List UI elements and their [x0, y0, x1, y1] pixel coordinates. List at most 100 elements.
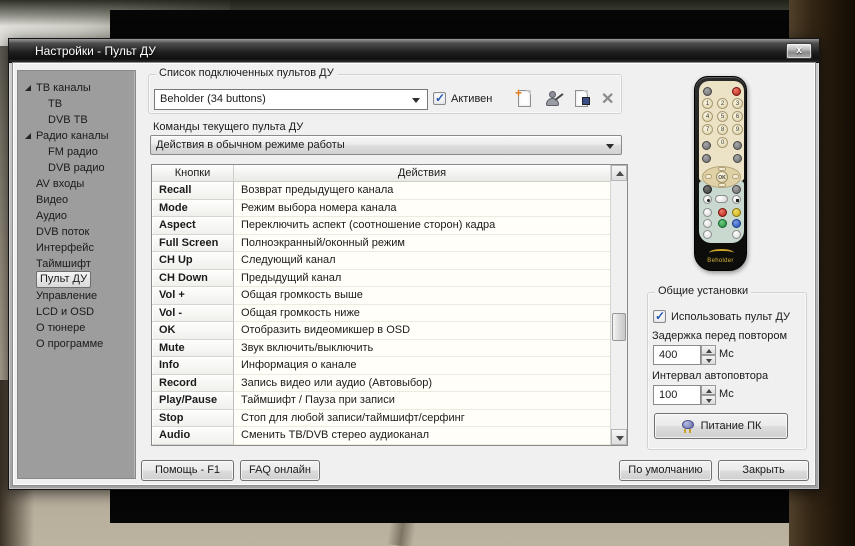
table-row[interactable]: CH DownПредыдущий канал	[152, 270, 610, 288]
remote-key-cell[interactable]: Info	[152, 357, 234, 375]
table-row[interactable]: Play/PauseТаймшифт / Пауза при записи	[152, 392, 610, 410]
remote-key-cell[interactable]: Recall	[152, 182, 234, 200]
action-cell[interactable]: Полноэкранный/оконный режим	[234, 235, 610, 253]
sidebar-item-timeshift[interactable]: Таймшифт	[18, 256, 135, 272]
scroll-down-button[interactable]	[611, 429, 627, 445]
delete-remote-button[interactable]: ✕	[598, 88, 620, 110]
remote-select-combobox[interactable]: Beholder (34 buttons)	[154, 89, 428, 110]
remote-key-cell[interactable]: CH Down	[152, 270, 234, 288]
action-cell[interactable]: Стоп для любой записи/таймшифт/серфинг	[234, 410, 610, 428]
table-row[interactable]: Vol -Общая громкость ниже	[152, 305, 610, 323]
sidebar-item-fm-radio[interactable]: FM радио	[18, 144, 135, 160]
remote-key-cell[interactable]: Aspect	[152, 217, 234, 235]
sidebar-item-interface[interactable]: Интерфейс	[18, 240, 135, 256]
remote-key-cell[interactable]: Play/Pause	[152, 392, 234, 410]
pc-power-button[interactable]: Питание ПК	[654, 413, 788, 439]
action-cell[interactable]: Отобразить видеомикшер в OSD	[234, 322, 610, 340]
table-row[interactable]: RecordЗапись видео или аудио (Автовыбор)	[152, 375, 610, 393]
sidebar-item-video[interactable]: Видео	[18, 192, 135, 208]
active-checkbox[interactable]	[433, 92, 446, 105]
sidebar-item-dvb-stream[interactable]: DVB поток	[18, 224, 135, 240]
command-mode-combobox[interactable]: Действия в обычном режиме работы	[150, 135, 622, 155]
action-cell[interactable]: Информация о канале	[234, 357, 610, 375]
sidebar-item-dvb-radio[interactable]: DVB радио	[18, 160, 135, 176]
expander-icon[interactable]	[25, 85, 31, 91]
save-remote-button[interactable]	[571, 88, 593, 110]
remote-key-cell[interactable]: Mode	[152, 200, 234, 218]
table-row[interactable]: Full ScreenПолноэкранный/оконный режим	[152, 235, 610, 253]
spin-up-button[interactable]	[701, 385, 716, 395]
action-cell[interactable]: Следующий канал	[234, 252, 610, 270]
delay-unit-label: Мс	[719, 348, 734, 360]
scrollbar-thumb[interactable]	[612, 313, 626, 341]
remote-yellow-key	[732, 208, 741, 217]
remote-key-cell[interactable]: Vol -	[152, 305, 234, 323]
header-buttons[interactable]: Кнопки	[152, 165, 234, 181]
action-cell[interactable]: Звук включить/выключить	[234, 340, 610, 358]
defaults-button[interactable]: По умолчанию	[619, 460, 712, 481]
action-cell[interactable]: Режим выбора номера канала	[234, 200, 610, 218]
table-row[interactable]: Vol +Общая громкость выше	[152, 287, 610, 305]
sidebar-item-label: DVB ТВ	[48, 112, 88, 128]
table-row[interactable]: InfoИнформация о канале	[152, 357, 610, 375]
table-row[interactable]: StopСтоп для любой записи/таймшифт/серфи…	[152, 410, 610, 428]
action-cell[interactable]: Переключить аспект (соотношение сторон) …	[234, 217, 610, 235]
remote-key-cell[interactable]: Record	[152, 375, 234, 393]
sidebar-item-about-program[interactable]: О программе	[18, 336, 135, 352]
document-fold	[583, 90, 588, 95]
scroll-up-button[interactable]	[611, 165, 627, 181]
spin-down-button[interactable]	[701, 355, 716, 365]
table-row[interactable]: CH UpСледующий канал	[152, 252, 610, 270]
remote-key-cell[interactable]: Full Screen	[152, 235, 234, 253]
action-cell[interactable]: Предыдущий канал	[234, 270, 610, 288]
help-button[interactable]: Помощь - F1	[141, 460, 234, 481]
sidebar-item-audio[interactable]: Аудио	[18, 208, 135, 224]
action-cell[interactable]: Сменить ТВ/DVB стерео аудиоканал	[234, 427, 610, 445]
learn-remote-button[interactable]	[543, 88, 565, 110]
repeat-delay-input[interactable]: 400	[653, 345, 701, 365]
table-row[interactable]: AspectПереключить аспект (соотношение ст…	[152, 217, 610, 235]
sidebar-item-remote-control[interactable]: Пульт ДУ	[18, 272, 135, 288]
table-scrollbar[interactable]	[610, 165, 627, 445]
action-cell[interactable]: Общая громкость ниже	[234, 305, 610, 323]
sidebar-item-dvb-tv[interactable]: DVB ТВ	[18, 112, 135, 128]
remote-key-cell[interactable]: Stop	[152, 410, 234, 428]
remote-key-cell[interactable]: Vol +	[152, 287, 234, 305]
spin-up-button[interactable]	[701, 345, 716, 355]
sidebar-item-label: Видео	[36, 192, 68, 208]
repeat-delay-label: Задержка перед повтором	[652, 330, 787, 342]
repeat-interval-input[interactable]: 100	[653, 385, 701, 405]
sidebar-item-radio-channels[interactable]: Радио каналы	[18, 128, 135, 144]
close-dialog-button[interactable]: Закрыть	[718, 460, 809, 481]
header-actions[interactable]: Действия	[234, 165, 610, 181]
sidebar-item-av-inputs[interactable]: AV входы	[18, 176, 135, 192]
remote-key-cell[interactable]: Mute	[152, 340, 234, 358]
table-row[interactable]: ModeРежим выбора номера канала	[152, 200, 610, 218]
action-cell[interactable]: Таймшифт / Пауза при записи	[234, 392, 610, 410]
table-row[interactable]: OKОтобразить видеомикшер в OSD	[152, 322, 610, 340]
new-remote-button[interactable]: +	[514, 88, 536, 110]
use-remote-checkbox[interactable]	[653, 310, 666, 323]
sidebar-item-about-tuner[interactable]: О тюнере	[18, 320, 135, 336]
chevron-down-icon	[606, 144, 614, 149]
remote-key-cell[interactable]: Audio	[152, 427, 234, 445]
expander-icon[interactable]	[25, 133, 31, 139]
action-cell[interactable]: Общая громкость выше	[234, 287, 610, 305]
table-row[interactable]: AudioСменить ТВ/DVB стерео аудиоканал	[152, 427, 610, 445]
action-cell[interactable]: Возврат предыдущего канала	[234, 182, 610, 200]
sidebar-item-tv[interactable]: ТВ	[18, 96, 135, 112]
sidebar-item-control[interactable]: Управление	[18, 288, 135, 304]
remote-digit-key: 4	[702, 111, 713, 122]
table-row[interactable]: MuteЗвук включить/выключить	[152, 340, 610, 358]
table-row[interactable]: RecallВозврат предыдущего канала	[152, 182, 610, 200]
window-title: Настройки - Пульт ДУ	[35, 44, 156, 58]
close-window-button[interactable]: x	[786, 43, 812, 59]
remote-key-cell[interactable]: OK	[152, 322, 234, 340]
action-cell[interactable]: Запись видео или аудио (Автовыбор)	[234, 375, 610, 393]
faq-online-button[interactable]: FAQ онлайн	[240, 460, 320, 481]
remote-key-cell[interactable]: CH Up	[152, 252, 234, 270]
title-bar[interactable]: Настройки - Пульт ДУ x	[9, 39, 819, 63]
sidebar-item-lcd-osd[interactable]: LCD и OSD	[18, 304, 135, 320]
sidebar-item-tv-channels[interactable]: ТВ каналы	[18, 80, 135, 96]
spin-down-button[interactable]	[701, 395, 716, 405]
